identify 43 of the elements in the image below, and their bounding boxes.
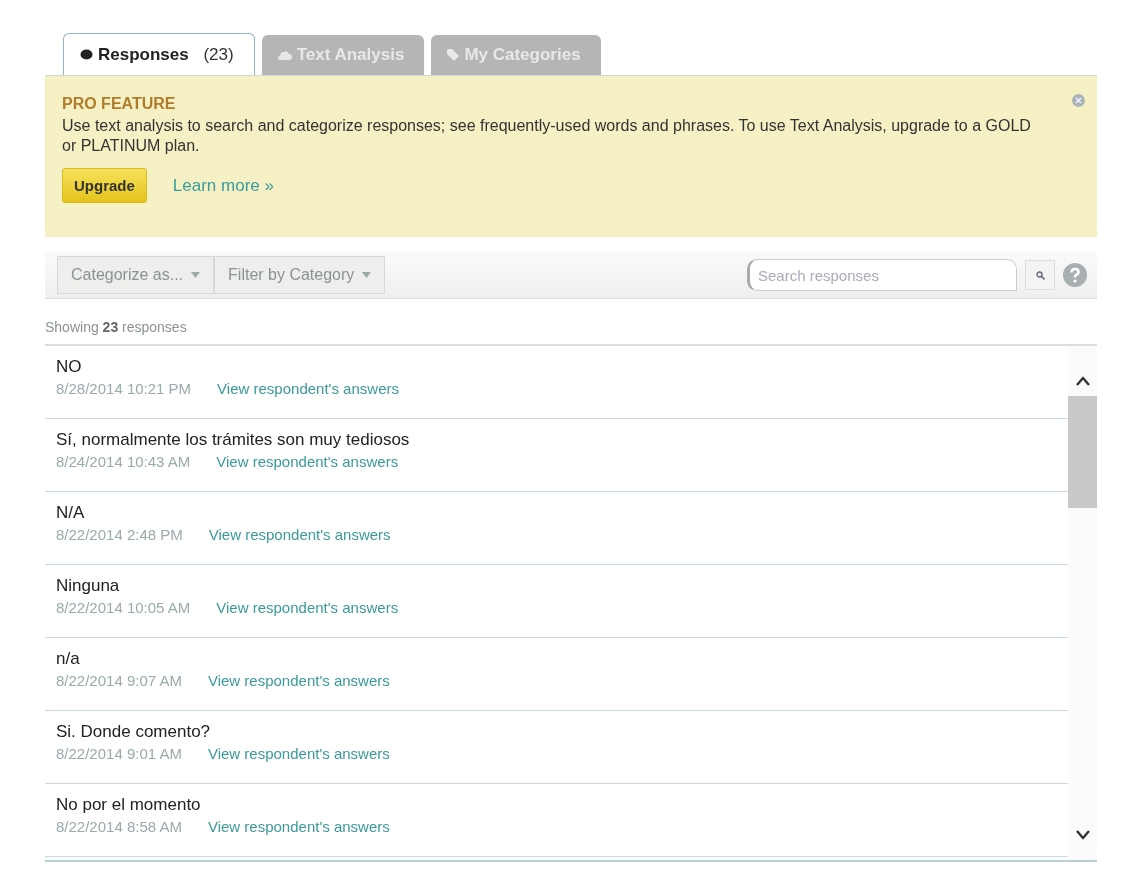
search-button[interactable] — [1025, 260, 1055, 290]
response-text: Sí, normalmente los trámites son muy tediosos — [56, 430, 411, 450]
search-icon — [1035, 270, 1045, 280]
scroll-up-icon[interactable] — [1075, 376, 1090, 386]
scrollbar[interactable] — [1068, 346, 1097, 860]
help-icon[interactable] — [1063, 263, 1087, 287]
dot-icon — [80, 49, 93, 60]
response-date: 8/22/2014 9:07 AM — [56, 672, 182, 689]
view-answers-link[interactable]: View respondent's answers — [207, 745, 390, 762]
response-text: n/a — [56, 649, 81, 669]
response-date: 8/22/2014 10:05 AM — [56, 599, 191, 616]
view-answers-link[interactable]: View respondent's answers — [216, 599, 399, 616]
view-answers-link[interactable]: View respondent's answers — [217, 380, 399, 397]
response-text: N/A — [56, 503, 86, 523]
response-date: 8/22/2014 2:48 PM — [56, 526, 183, 543]
response-date: 8/28/2014 10:21 PM — [56, 380, 192, 397]
scroll-down-icon[interactable] — [1075, 830, 1090, 840]
close-icon[interactable] — [1072, 94, 1085, 107]
response-count: Showing 23 responses — [45, 299, 1097, 346]
response-date: 8/22/2014 9:01 AM — [56, 745, 182, 762]
tag-icon — [447, 49, 460, 61]
dropdown-button[interactable]: Filter by Category — [214, 256, 386, 294]
banner-message: Use text analysis to search and categorize responses; see frequently-used words and phrases. To use Text Analysis, upgrade to a GOLD or PLATINUM plan. — [62, 116, 1032, 156]
response-date: 8/22/2014 8:58 AM — [56, 818, 182, 835]
learn-more-link[interactable]: Learn more » — [172, 175, 274, 196]
response-text: NO — [56, 357, 83, 377]
response-date: 8/24/2014 10:43 AM — [56, 453, 191, 470]
view-answers-link[interactable]: View respondent's answers — [207, 818, 390, 835]
scroll-thumb[interactable] — [1068, 396, 1097, 508]
view-answers-link[interactable]: View respondent's answers — [216, 453, 399, 470]
upgrade-button[interactable]: Upgrade — [62, 168, 147, 203]
search-field[interactable]: Search responses — [747, 259, 1017, 291]
response-text: No por el momento — [56, 795, 202, 815]
dropdown-button[interactable]: Categorize as... — [57, 256, 215, 294]
caret-icon — [362, 272, 372, 278]
caret-icon — [191, 272, 201, 278]
view-answers-link[interactable]: View respondent's answers — [208, 526, 391, 543]
tab[interactable]: Responses (23) — [63, 33, 255, 75]
response-text: Si. Donde comento? — [56, 722, 212, 742]
cloud-icon — [277, 50, 292, 60]
banner-title: PRO FEATURE — [62, 95, 177, 113]
view-answers-link[interactable]: View respondent's answers — [207, 672, 390, 689]
response-text: Ninguna — [56, 576, 121, 596]
